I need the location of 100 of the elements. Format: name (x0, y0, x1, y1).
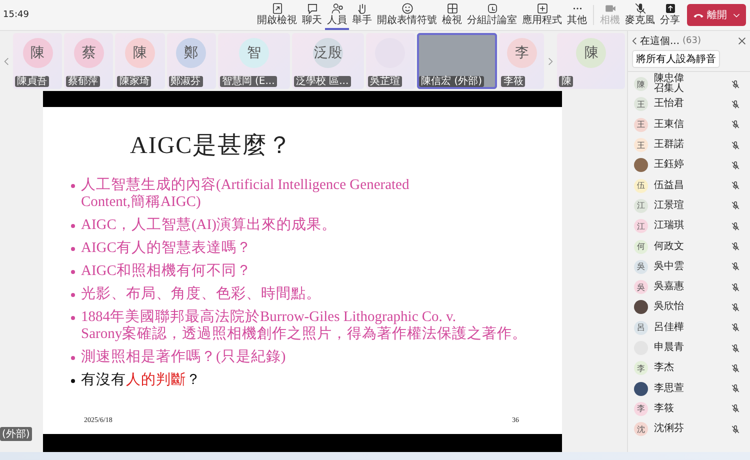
avatar-initial: 李 (506, 38, 537, 68)
close-icon[interactable] (738, 37, 746, 45)
participant-name: 江瑞琪 (654, 221, 685, 232)
participant-name: 吳嘉惠 (654, 282, 685, 292)
participant-item[interactable]: 江 江景瑄 (634, 196, 750, 216)
microphone-off-icon (731, 181, 740, 190)
name-tag: 陳信宏 (外部) (419, 76, 484, 87)
name-tag: 鄭淑芬 (168, 76, 203, 87)
microphone-off-icon (731, 302, 740, 312)
avatar-initial: 李 (634, 361, 648, 376)
microphone-off-icon (731, 344, 740, 352)
toolbar-button[interactable]: 分組討論室 (465, 0, 519, 30)
avatar-initial: 陳 (576, 38, 606, 68)
microphone-off-icon (731, 323, 740, 332)
avatar-initial: 何 (634, 240, 648, 254)
slide-title: AIGC是甚麼？ (130, 132, 294, 161)
avatar-initial: 王 (634, 118, 648, 132)
participant-item[interactable]: 何 何政文 (634, 236, 750, 257)
toolbar-button[interactable]: 開啟檢視 (255, 0, 299, 30)
clock-time: 15:49 (3, 10, 29, 20)
apps-icon (536, 2, 548, 14)
participant-item[interactable]: 李思萱 (634, 378, 750, 399)
bullet-text: AIGC和照相機有何不同？ (81, 263, 252, 280)
participant-item[interactable]: 王 王東信 (634, 114, 750, 135)
participant-item[interactable]: 伍 伍益昌 (634, 175, 750, 196)
mute-all-button[interactable]: 將所有人設為靜音 (632, 50, 720, 68)
participant-name: 吳中雲 (654, 262, 685, 272)
name-tag: 陳 (559, 76, 574, 87)
microphone-off-icon (731, 404, 740, 414)
participant-item[interactable]: 吳欣怡 (634, 297, 750, 318)
bullet-text: AIGC有人的智慧表達嗎？ (81, 240, 252, 257)
participant-item[interactable]: 申晨青 (634, 338, 750, 358)
bullet-text: AIGC，人工智慧(AI)演算出來的成果。 (81, 217, 336, 234)
avatar-initial: 陳 (125, 38, 155, 68)
bullet-text: 1884年美國聯邦最高法院於Burrow-Giles Lithographic Co. v. Sarony案確認，透過照相機創作之照片，得為著作權法保護之著作。 (81, 309, 528, 343)
avatar-initial: 陳 (634, 77, 648, 92)
toolbar-button[interactable]: 檢視 (440, 0, 464, 30)
bullet-text: 測速照相是著作嗎？(只是紀錄) (81, 349, 286, 366)
avatar-initial: 陳 (22, 38, 53, 68)
microphone-off-icon (634, 2, 646, 14)
name-tag: (外部) (0, 427, 32, 441)
avatar-initial: 王 (634, 97, 648, 112)
chat-icon (306, 2, 318, 14)
avatar-initial: 江 (634, 198, 648, 213)
participant-role: 召集人 (654, 84, 685, 94)
microphone-off-icon (731, 160, 740, 170)
avatar-initial: 王 (634, 138, 648, 152)
toolbar-button[interactable]: 聊天 (300, 0, 324, 30)
participant-name: 伍益昌 (654, 180, 685, 191)
toolbar-button[interactable]: 開啟表情符號 (375, 0, 439, 30)
microphone-off-icon (731, 120, 740, 130)
toolbar-button[interactable]: 分享 (658, 0, 682, 30)
avatar-initial: 鄭 (176, 38, 206, 68)
participant-name: 申晨青 (654, 343, 685, 353)
participant-name: 王鈺婷 (654, 160, 685, 170)
participant-item[interactable]: 王 王群諾 (634, 134, 750, 156)
name-tag: 陳家琦 (117, 76, 152, 87)
participant-name: 王東信 (654, 120, 685, 130)
avatar-initial: 蔡 (74, 38, 104, 68)
toolbar-button[interactable]: 人員 (325, 0, 349, 30)
participant-item[interactable]: 李 李杰 (634, 358, 750, 378)
participant-item[interactable]: 沈 沈俐芬 (634, 419, 750, 440)
participant-item[interactable]: 江 江瑞琪 (634, 216, 750, 236)
bullet-text: 人工智慧生成的內容(Artificial Intelligence Generated Content,簡稱AIGC) (81, 177, 410, 211)
microphone-off-icon (731, 201, 740, 210)
bullet-text: 有沒有人的判斷？ (81, 372, 201, 389)
toolbar-button[interactable]: 麥克風 (623, 0, 657, 30)
participant-name: 呂佳樺 (654, 322, 685, 333)
avatar-initial: 沈 (634, 422, 648, 436)
name-tag: 李筱 (501, 76, 526, 87)
toolbar-button[interactable]: 其他 (565, 0, 589, 30)
microphone-off-icon (731, 140, 740, 150)
microphone-off-icon (731, 282, 740, 292)
participant-item[interactable]: 王 王怡君 (634, 94, 750, 115)
participant-count: (63) (682, 36, 702, 46)
participant-name: 何政文 (654, 242, 685, 252)
phone-icon (693, 12, 704, 18)
toolbar-button[interactable]: 舉手 (350, 0, 374, 30)
microphone-off-icon (731, 80, 740, 89)
leave-button[interactable]: 離開 (687, 4, 746, 26)
avatar-initial: 泛殷 (312, 38, 343, 68)
bullet-text: 光影、布局、角度、色彩、時間點。 (81, 286, 321, 303)
microphone-off-icon (731, 364, 740, 373)
toolbar-button[interactable]: 應用程式 (520, 0, 564, 30)
name-tag: 陳貞吾 (15, 76, 49, 87)
participant-item[interactable]: 王鈺婷 (634, 155, 750, 176)
microphone-off-icon (731, 222, 740, 231)
participant-item[interactable]: 吳 吳嘉惠 (634, 276, 750, 298)
participant-name: 王怡君 (654, 99, 685, 110)
participant-name: 李思萱 (654, 384, 685, 394)
participant-item[interactable]: 吳 吳中雲 (634, 256, 750, 277)
name-tag: 蔡郁萍 (66, 76, 100, 87)
people-icon (330, 2, 344, 14)
participant-name: 李杰 (654, 363, 675, 374)
participant-name: 江景瑄 (654, 200, 685, 211)
participant-item[interactable]: 李 李筱 (634, 398, 750, 420)
microphone-off-icon (731, 242, 740, 252)
panel-title: 在這個... (640, 34, 680, 48)
participant-item[interactable]: 呂 呂佳樺 (634, 318, 750, 338)
microphone-off-icon (731, 100, 740, 109)
